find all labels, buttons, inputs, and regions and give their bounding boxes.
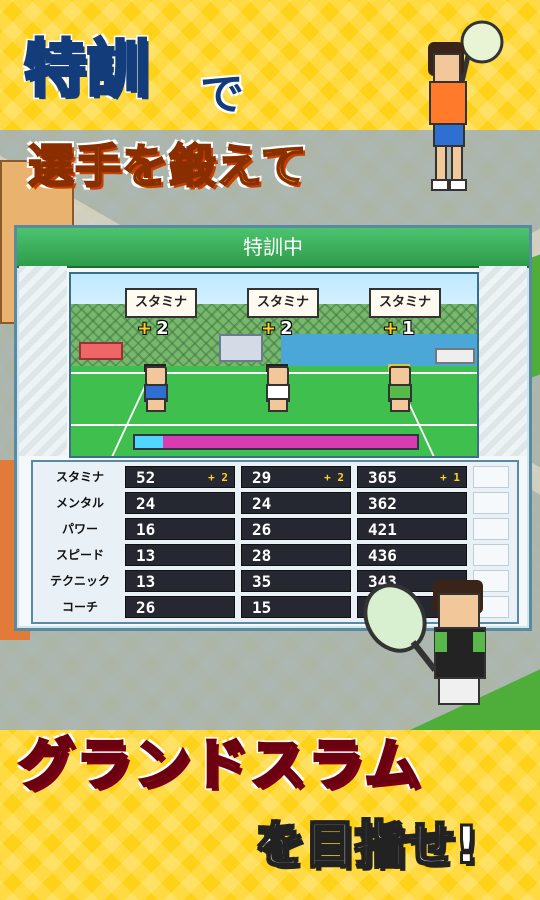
empty-slot-cell: [473, 492, 509, 514]
stat-value: 29: [252, 468, 272, 487]
stat-bonus: + 2: [208, 471, 228, 484]
stat-value: 52: [136, 468, 156, 487]
stat-value-cell: 13: [125, 544, 235, 566]
stat-value: 24: [252, 494, 272, 513]
stat-value: 26: [252, 520, 272, 539]
stat-label: コーチ: [61, 600, 98, 614]
headline-special-training: 特訓: [22, 31, 151, 107]
stats-row: パワー 16 26 421: [37, 518, 513, 540]
empty-slot-cell: [473, 544, 509, 566]
stat-label: スタミナ: [55, 470, 104, 484]
stat-tag: スタミナ: [125, 288, 197, 318]
stat-gain: +2: [261, 318, 293, 339]
stat-value: 35: [252, 572, 272, 591]
stat-bonus: + 2: [324, 471, 344, 484]
stat-value-cell: 35: [241, 570, 351, 592]
stat-value-cell: 421: [357, 518, 467, 540]
stat-value-cell: 28: [241, 544, 351, 566]
gauge-fill: [135, 436, 164, 448]
stat-label: メンタル: [55, 496, 104, 510]
stat-value: 26: [136, 598, 156, 617]
stat-value-cell: 29 + 2: [241, 466, 351, 488]
bench: [79, 342, 123, 360]
stat-gain: +1: [383, 318, 415, 339]
stat-label: パワー: [61, 522, 98, 536]
stat-value-cell: 362: [357, 492, 467, 514]
stat-value: 421: [368, 520, 397, 539]
stat-value-cell: 26: [241, 518, 351, 540]
player-sprite: [139, 364, 169, 412]
stat-gain: +2: [137, 318, 169, 339]
stat-bonus: + 1: [440, 471, 460, 484]
headline-aim-for: を目指せ!: [254, 815, 479, 875]
stat-value-cell: 15: [241, 596, 351, 618]
stat-value: 24: [136, 494, 156, 513]
stats-row: スタミナ 52 + 2 29 + 2 365 + 1: [37, 466, 513, 488]
tennis-player-boy-illustration: [363, 580, 486, 705]
stat-value: 436: [368, 546, 397, 565]
stat-tag: スタミナ: [369, 288, 441, 318]
stat-tag: スタミナ: [247, 288, 319, 318]
stat-label: テクニック: [49, 574, 110, 588]
stat-value: 13: [136, 572, 156, 591]
headline-train-players: 選手を鍛えて: [27, 138, 308, 194]
player-sprite: [383, 364, 413, 412]
stats-row: メンタル 24 24 362: [37, 492, 513, 514]
court-line: [71, 424, 477, 426]
stat-value-cell: 13: [125, 570, 235, 592]
stat-value: 362: [368, 494, 397, 513]
stat-value-cell: 24: [241, 492, 351, 514]
stat-value: 15: [252, 598, 272, 617]
panel-side-decoration: [19, 266, 67, 456]
stat-value: 365: [368, 468, 397, 487]
stats-row: スピード 13 28 436: [37, 544, 513, 566]
empty-slot-cell: [473, 518, 509, 540]
stat-value: 13: [136, 546, 156, 565]
panel-title: 特訓中: [17, 228, 529, 268]
bench: [435, 348, 475, 364]
stat-value-cell: 26: [125, 596, 235, 618]
training-court-scene: スタミナ +2 スタミナ +2 スタミナ +1: [69, 272, 479, 458]
stat-value-cell: 52 + 2: [125, 466, 235, 488]
stat-label: スピード: [55, 548, 104, 562]
player-sprite: [261, 364, 291, 412]
stat-value-cell: 436: [357, 544, 467, 566]
training-progress-gauge: [133, 434, 419, 450]
tennis-player-girl-illustration: [428, 20, 504, 191]
headline-grand-slam: グランドスラム: [16, 732, 423, 800]
stat-value-cell: 365 + 1: [357, 466, 467, 488]
stat-value-cell: 16: [125, 518, 235, 540]
stat-value: 16: [136, 520, 156, 539]
panel-side-decoration: [479, 266, 527, 456]
headline-particle: で: [200, 69, 245, 120]
stat-value-cell: 24: [125, 492, 235, 514]
empty-slot-cell: [473, 466, 509, 488]
ball-machine: [219, 334, 263, 362]
stat-value: 28: [252, 546, 272, 565]
